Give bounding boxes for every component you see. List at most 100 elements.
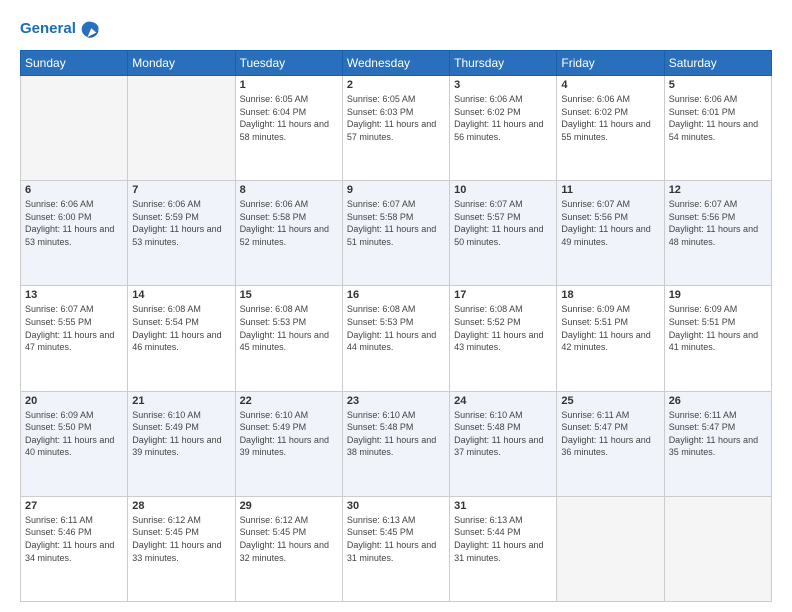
day-number: 5 bbox=[669, 79, 767, 91]
day-info: Sunrise: 6:05 AMSunset: 6:03 PMDaylight:… bbox=[347, 93, 445, 143]
day-info: Sunrise: 6:07 AMSunset: 5:56 PMDaylight:… bbox=[669, 198, 767, 248]
day-number: 2 bbox=[347, 79, 445, 91]
calendar-cell: 15 Sunrise: 6:08 AMSunset: 5:53 PMDayligh… bbox=[235, 286, 342, 391]
calendar-cell bbox=[128, 76, 235, 181]
day-number: 24 bbox=[454, 395, 552, 407]
logo-icon bbox=[78, 18, 100, 40]
day-info: Sunrise: 6:08 AMSunset: 5:52 PMDaylight:… bbox=[454, 303, 552, 353]
day-info: Sunrise: 6:06 AMSunset: 5:58 PMDaylight:… bbox=[240, 198, 338, 248]
calendar-cell: 28Sunrise: 6:12 AMSunset: 5:45 PMDayligh… bbox=[128, 496, 235, 601]
day-info: Sunrise: 6:13 AMSunset: 5:44 PMDaylight:… bbox=[454, 514, 552, 564]
calendar-cell: 10 Sunrise: 6:07 AMSunset: 5:57 PMDayligh… bbox=[450, 181, 557, 286]
day-number: 9 bbox=[347, 184, 445, 196]
day-info: Sunrise: 6:11 AMSunset: 5:47 PMDaylight:… bbox=[669, 409, 767, 459]
day-info: Sunrise: 6:09 AMSunset: 5:51 PMDaylight:… bbox=[669, 303, 767, 353]
calendar-cell: 14 Sunrise: 6:08 AMSunset: 5:54 PMDayligh… bbox=[128, 286, 235, 391]
day-number: 29 bbox=[240, 500, 338, 512]
calendar-cell: 13 Sunrise: 6:07 AMSunset: 5:55 PMDayligh… bbox=[21, 286, 128, 391]
day-info: Sunrise: 6:09 AMSunset: 5:50 PMDaylight:… bbox=[25, 409, 123, 459]
calendar-cell: 16 Sunrise: 6:08 AMSunset: 5:53 PMDayligh… bbox=[342, 286, 449, 391]
day-info: Sunrise: 6:07 AMSunset: 5:57 PMDaylight:… bbox=[454, 198, 552, 248]
calendar-cell bbox=[664, 496, 771, 601]
day-info: Sunrise: 6:07 AMSunset: 5:58 PMDaylight:… bbox=[347, 198, 445, 248]
calendar-cell: 4 Sunrise: 6:06 AMSunset: 6:02 PMDaylight… bbox=[557, 76, 664, 181]
calendar-page: General SundayMondayTuesdayWednesdayThur… bbox=[0, 0, 792, 612]
weekday-header: Thursday bbox=[450, 51, 557, 76]
day-number: 8 bbox=[240, 184, 338, 196]
weekday-header: Sunday bbox=[21, 51, 128, 76]
calendar-cell: 17 Sunrise: 6:08 AMSunset: 5:52 PMDayligh… bbox=[450, 286, 557, 391]
day-number: 17 bbox=[454, 289, 552, 301]
day-number: 6 bbox=[25, 184, 123, 196]
calendar-cell: 27 Sunrise: 6:11 AMSunset: 5:46 PMDayligh… bbox=[21, 496, 128, 601]
day-number: 3 bbox=[454, 79, 552, 91]
calendar-cell: 23 Sunrise: 6:10 AMSunset: 5:48 PMDayligh… bbox=[342, 391, 449, 496]
day-number: 16 bbox=[347, 289, 445, 301]
day-info: Sunrise: 6:11 AMSunset: 5:47 PMDaylight:… bbox=[561, 409, 659, 459]
day-number: 31 bbox=[454, 500, 552, 512]
day-number: 26 bbox=[669, 395, 767, 407]
day-info: Sunrise: 6:11 AMSunset: 5:46 PMDaylight:… bbox=[25, 514, 123, 564]
calendar-cell: 8 Sunrise: 6:06 AMSunset: 5:58 PMDaylight… bbox=[235, 181, 342, 286]
day-number: 11 bbox=[561, 184, 659, 196]
day-number: 13 bbox=[25, 289, 123, 301]
calendar-cell: 9 Sunrise: 6:07 AMSunset: 5:58 PMDaylight… bbox=[342, 181, 449, 286]
day-info: Sunrise: 6:12 AMSunset: 5:45 PMDaylight:… bbox=[240, 514, 338, 564]
day-number: 12 bbox=[669, 184, 767, 196]
day-info: Sunrise: 6:13 AMSunset: 5:45 PMDaylight:… bbox=[347, 514, 445, 564]
day-number: 20 bbox=[25, 395, 123, 407]
day-info: Sunrise: 6:10 AMSunset: 5:49 PMDaylight:… bbox=[132, 409, 230, 459]
calendar-cell: 29 Sunrise: 6:12 AMSunset: 5:45 PMDayligh… bbox=[235, 496, 342, 601]
calendar-cell: 2 Sunrise: 6:05 AMSunset: 6:03 PMDaylight… bbox=[342, 76, 449, 181]
calendar-cell: 22 Sunrise: 6:10 AMSunset: 5:49 PMDayligh… bbox=[235, 391, 342, 496]
day-info: Sunrise: 6:10 AMSunset: 5:48 PMDaylight:… bbox=[347, 409, 445, 459]
day-number: 7 bbox=[132, 184, 230, 196]
day-number: 4 bbox=[561, 79, 659, 91]
weekday-header: Saturday bbox=[664, 51, 771, 76]
calendar-cell: 3 Sunrise: 6:06 AMSunset: 6:02 PMDaylight… bbox=[450, 76, 557, 181]
calendar-cell: 26 Sunrise: 6:11 AMSunset: 5:47 PMDayligh… bbox=[664, 391, 771, 496]
day-info: Sunrise: 6:08 AMSunset: 5:53 PMDaylight:… bbox=[347, 303, 445, 353]
calendar-cell: 1 Sunrise: 6:05 AMSunset: 6:04 PMDaylight… bbox=[235, 76, 342, 181]
calendar-cell bbox=[21, 76, 128, 181]
calendar-cell: 30 Sunrise: 6:13 AMSunset: 5:45 PMDayligh… bbox=[342, 496, 449, 601]
calendar-cell: 21Sunrise: 6:10 AMSunset: 5:49 PMDayligh… bbox=[128, 391, 235, 496]
day-info: Sunrise: 6:10 AMSunset: 5:48 PMDaylight:… bbox=[454, 409, 552, 459]
day-number: 25 bbox=[561, 395, 659, 407]
day-info: Sunrise: 6:06 AMSunset: 6:02 PMDaylight:… bbox=[454, 93, 552, 143]
calendar-cell: 25 Sunrise: 6:11 AMSunset: 5:47 PMDayligh… bbox=[557, 391, 664, 496]
day-number: 18 bbox=[561, 289, 659, 301]
header: General bbox=[20, 18, 772, 40]
calendar-cell bbox=[557, 496, 664, 601]
day-number: 15 bbox=[240, 289, 338, 301]
calendar-cell: 20 Sunrise: 6:09 AMSunset: 5:50 PMDayligh… bbox=[21, 391, 128, 496]
weekday-header: Friday bbox=[557, 51, 664, 76]
day-number: 22 bbox=[240, 395, 338, 407]
day-number: 30 bbox=[347, 500, 445, 512]
day-number: 23 bbox=[347, 395, 445, 407]
day-info: Sunrise: 6:10 AMSunset: 5:49 PMDaylight:… bbox=[240, 409, 338, 459]
logo-text: General bbox=[20, 21, 76, 38]
calendar-cell: 5Sunrise: 6:06 AMSunset: 6:01 PMDaylight… bbox=[664, 76, 771, 181]
day-number: 27 bbox=[25, 500, 123, 512]
day-info: Sunrise: 6:06 AMSunset: 5:59 PMDaylight:… bbox=[132, 198, 230, 248]
day-info: Sunrise: 6:08 AMSunset: 5:53 PMDaylight:… bbox=[240, 303, 338, 353]
day-number: 1 bbox=[240, 79, 338, 91]
day-number: 14 bbox=[132, 289, 230, 301]
day-number: 19 bbox=[669, 289, 767, 301]
logo: General bbox=[20, 18, 100, 40]
day-info: Sunrise: 6:08 AMSunset: 5:54 PMDaylight:… bbox=[132, 303, 230, 353]
day-info: Sunrise: 6:06 AMSunset: 6:00 PMDaylight:… bbox=[25, 198, 123, 248]
day-number: 10 bbox=[454, 184, 552, 196]
calendar-cell: 11Sunrise: 6:07 AMSunset: 5:56 PMDayligh… bbox=[557, 181, 664, 286]
day-info: Sunrise: 6:07 AMSunset: 5:55 PMDaylight:… bbox=[25, 303, 123, 353]
calendar-table: SundayMondayTuesdayWednesdayThursdayFrid… bbox=[20, 50, 772, 602]
calendar-cell: 24 Sunrise: 6:10 AMSunset: 5:48 PMDayligh… bbox=[450, 391, 557, 496]
day-info: Sunrise: 6:05 AMSunset: 6:04 PMDaylight:… bbox=[240, 93, 338, 143]
day-info: Sunrise: 6:06 AMSunset: 6:02 PMDaylight:… bbox=[561, 93, 659, 143]
day-info: Sunrise: 6:12 AMSunset: 5:45 PMDaylight:… bbox=[132, 514, 230, 564]
calendar-cell: 31 Sunrise: 6:13 AMSunset: 5:44 PMDayligh… bbox=[450, 496, 557, 601]
weekday-header: Tuesday bbox=[235, 51, 342, 76]
weekday-header: Monday bbox=[128, 51, 235, 76]
calendar-cell: 19 Sunrise: 6:09 AMSunset: 5:51 PMDayligh… bbox=[664, 286, 771, 391]
